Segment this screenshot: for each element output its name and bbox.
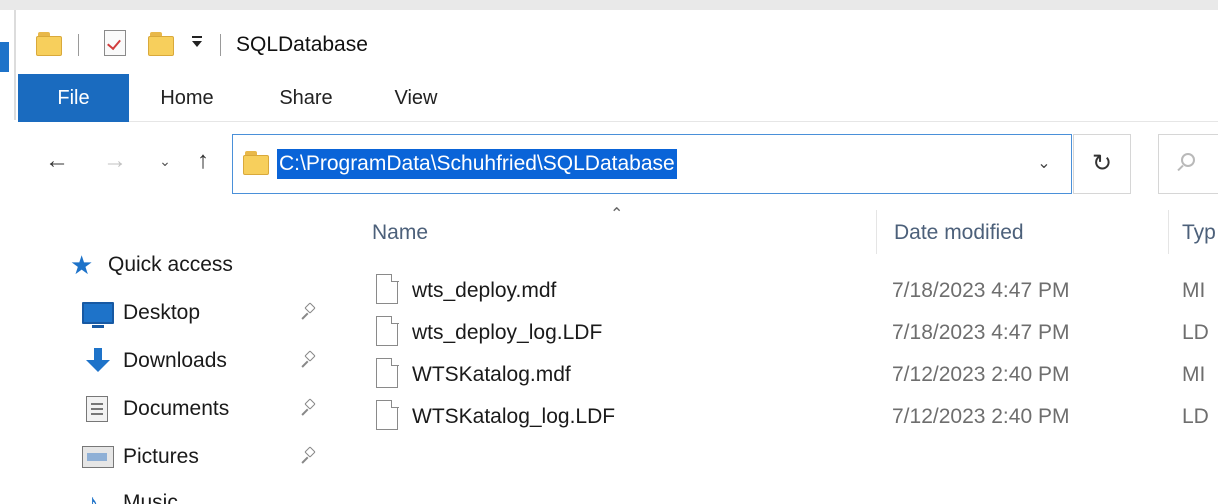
pin-icon[interactable]	[301, 398, 316, 416]
file-type: LD	[1182, 321, 1209, 344]
file-row[interactable]: wts_deploy.mdf 7/18/2023 4:47 PM MI	[340, 270, 1218, 312]
music-icon: ♪	[86, 488, 99, 504]
file-date-modified: 7/12/2023 2:40 PM	[892, 405, 1070, 428]
column-header-date-modified[interactable]: Date modified	[894, 220, 1024, 246]
column-divider[interactable]	[1168, 210, 1169, 254]
sidebar-item-desktop[interactable]: Desktop	[0, 292, 340, 332]
sidebar-item-label: Quick access	[108, 253, 233, 276]
file-name: wts_deploy_log.LDF	[412, 321, 603, 344]
refresh-button[interactable]: ↻	[1073, 134, 1131, 194]
pin-icon[interactable]	[301, 446, 316, 464]
tab-share[interactable]: Share	[266, 74, 346, 122]
downloads-icon	[82, 348, 114, 374]
folder-icon[interactable]	[36, 32, 62, 56]
sidebar-item-documents[interactable]: Documents	[0, 388, 340, 428]
pin-icon[interactable]	[301, 350, 316, 368]
tab-file[interactable]: File	[18, 74, 129, 122]
file-name: WTSKatalog.mdf	[412, 363, 571, 386]
column-divider[interactable]	[876, 210, 877, 254]
address-path[interactable]: C:\ProgramData\Schuhfried\SQLDatabase	[277, 149, 677, 179]
file-type: MI	[1182, 363, 1206, 386]
documents-icon	[86, 396, 108, 422]
sidebar-item-label: Documents	[123, 397, 230, 420]
sidebar-item-music[interactable]: ♪ Music	[0, 482, 340, 504]
search-icon	[1181, 153, 1195, 167]
sidebar-item-label: Pictures	[123, 445, 199, 468]
tab-home[interactable]: Home	[146, 74, 228, 122]
adjacent-window-edge	[0, 10, 16, 120]
file-row[interactable]: WTSKatalog.mdf 7/12/2023 2:40 PM MI	[340, 354, 1218, 396]
file-date-modified: 7/18/2023 4:47 PM	[892, 279, 1070, 302]
window-border	[14, 10, 16, 120]
column-header-name[interactable]: Name	[372, 220, 428, 246]
forward-arrow-icon[interactable]: →	[100, 146, 130, 176]
sidebar-item-pictures[interactable]: Pictures	[0, 436, 340, 476]
sidebar-item-label: Desktop	[123, 301, 201, 324]
ribbon-tabs: File Home Share View	[18, 74, 1218, 122]
file-icon	[376, 273, 399, 304]
address-folder-icon	[243, 151, 269, 175]
properties-check-icon[interactable]	[104, 30, 126, 56]
star-icon: ★	[70, 250, 94, 280]
adjacent-window-accent	[0, 42, 9, 72]
navigation-bar: ← → ⌄ ↑ C:\ProgramData\Schuhfried\SQLDat…	[18, 122, 1218, 200]
file-date-modified: 7/18/2023 4:47 PM	[892, 321, 1070, 344]
tab-view[interactable]: View	[381, 74, 451, 122]
file-icon	[376, 315, 399, 346]
title-separator	[220, 34, 221, 56]
sidebar-item-label: Downloads	[123, 349, 227, 372]
sidebar-item-downloads[interactable]: Downloads	[0, 340, 340, 380]
file-type: LD	[1182, 405, 1209, 428]
back-arrow-icon[interactable]: ←	[42, 146, 72, 176]
search-box[interactable]	[1158, 134, 1218, 194]
file-name: WTSKatalog_log.LDF	[412, 405, 616, 428]
address-bar[interactable]: C:\ProgramData\Schuhfried\SQLDatabase ⌄	[232, 134, 1072, 194]
navigation-pane: ★ Quick access Desktop Downloads Documen…	[0, 200, 340, 504]
refresh-icon: ↻	[1091, 150, 1113, 177]
up-arrow-icon[interactable]: ↑	[188, 146, 218, 176]
file-icon	[376, 357, 399, 388]
pictures-icon	[82, 446, 114, 468]
pin-icon[interactable]	[301, 302, 316, 320]
desktop-icon	[82, 302, 114, 328]
window-title: SQLDatabase	[236, 33, 368, 56]
file-icon	[376, 399, 399, 430]
file-type: MI	[1182, 279, 1206, 302]
customize-quick-access-dropdown[interactable]	[192, 36, 202, 47]
recent-locations-chevron-icon[interactable]: ⌄	[150, 146, 180, 176]
file-row[interactable]: WTSKatalog_log.LDF 7/12/2023 2:40 PM LD	[340, 396, 1218, 438]
toolbar-separator	[78, 34, 79, 56]
window-top-edge	[0, 0, 1218, 10]
sort-ascending-icon: ⌃	[610, 206, 624, 223]
new-folder-icon[interactable]	[148, 32, 174, 56]
column-header-row: ⌃ Name Date modified Typ	[340, 200, 1218, 258]
title-bar: SQLDatabase	[18, 10, 1218, 74]
sidebar-item-quick-access[interactable]: ★ Quick access	[0, 244, 340, 284]
address-history-chevron-icon[interactable]: ⌄	[1033, 153, 1055, 175]
sidebar-item-label: Music	[123, 491, 178, 504]
file-name: wts_deploy.mdf	[412, 279, 557, 302]
file-date-modified: 7/12/2023 2:40 PM	[892, 363, 1070, 386]
file-row[interactable]: wts_deploy_log.LDF 7/18/2023 4:47 PM LD	[340, 312, 1218, 354]
column-header-type[interactable]: Typ	[1182, 220, 1216, 246]
